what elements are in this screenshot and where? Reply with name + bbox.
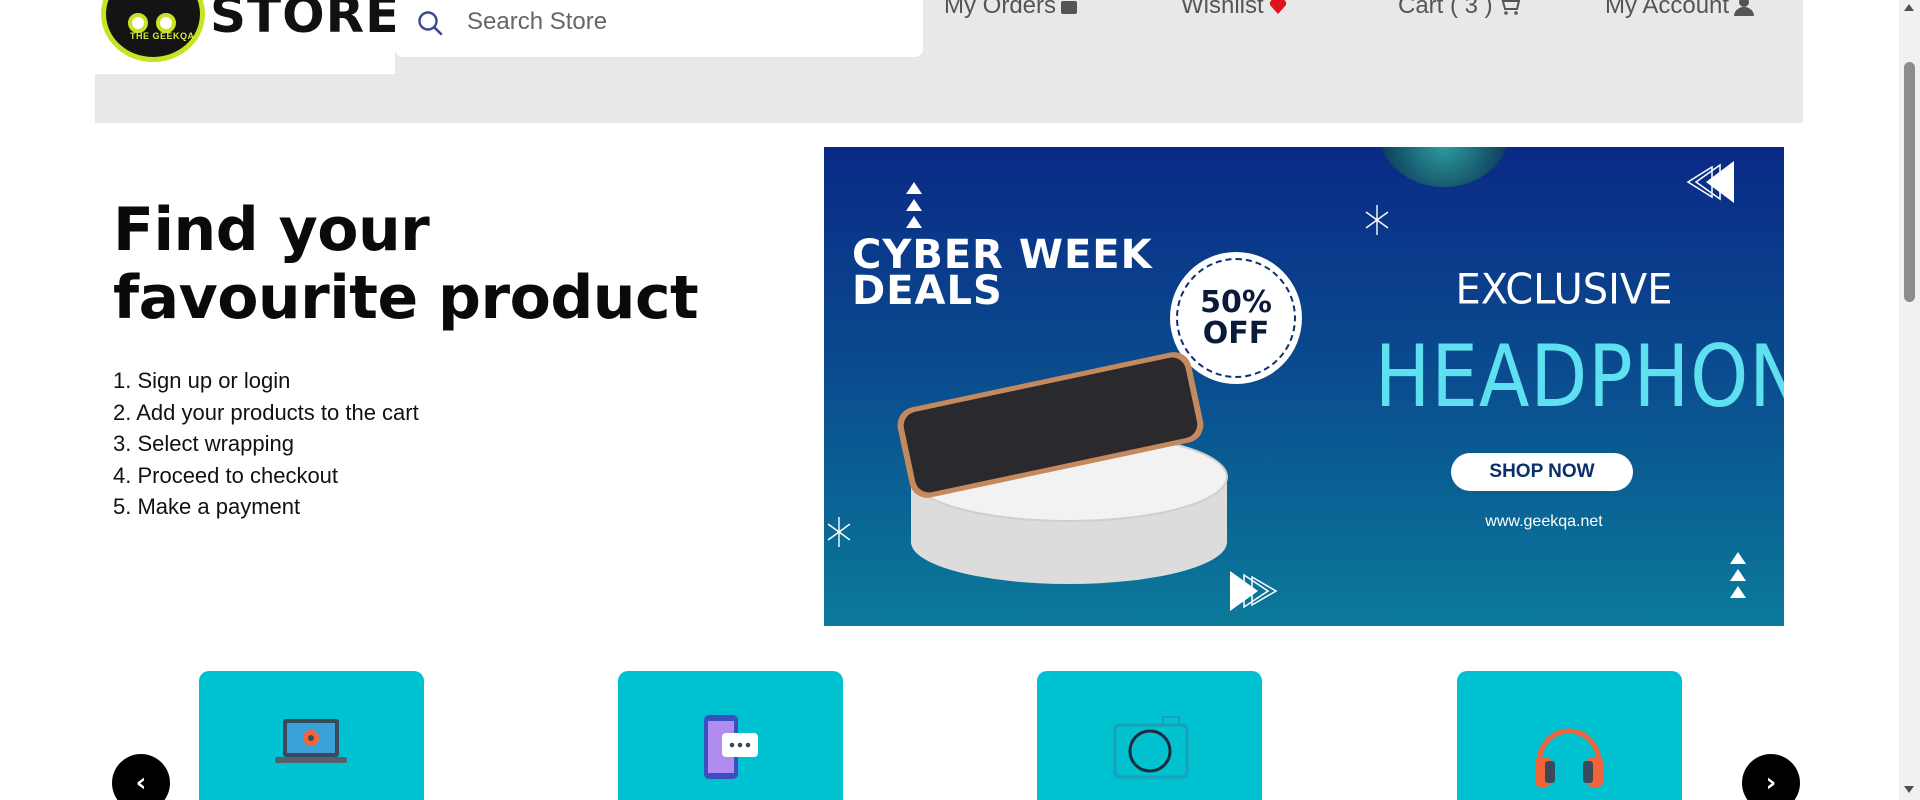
orders-bag-icon: [1061, 1, 1078, 14]
exclusive-label: EXCLUSIVE: [1455, 265, 1673, 315]
cyber-week-heading: CYBER WEEK DEALS: [852, 235, 1153, 314]
deals-line: DEALS: [852, 268, 1003, 314]
steps-list: 1. Sign up or login 2. Add your products…: [113, 365, 419, 523]
scroll-up-arrow-icon[interactable]: [1904, 4, 1914, 11]
hero-title: Find your favourite product: [113, 195, 699, 333]
page-scrollbar[interactable]: [1899, 0, 1920, 800]
nav-cart[interactable]: Cart ( 3 ): [1398, 0, 1521, 20]
product-headline: HEADPHONE: [1374, 327, 1784, 427]
triangles-decoration-icon: [906, 182, 922, 228]
scroll-down-arrow-icon[interactable]: [1904, 786, 1914, 793]
page: THE GEEKQA STORE My Orders Wishlist Cart…: [0, 0, 1920, 800]
fast-forward-decoration-icon: [1230, 571, 1278, 611]
nav-my-orders[interactable]: My Orders: [944, 0, 1078, 20]
user-icon: [1734, 0, 1755, 16]
logo-small-text: THE GEEKQA: [130, 31, 195, 41]
search-icon[interactable]: [417, 10, 443, 36]
store-logo[interactable]: THE GEEKQA STORE: [95, 0, 395, 74]
headphones-icon: [1535, 728, 1603, 787]
nav-cart-label: Cart ( 3 ): [1398, 0, 1493, 19]
nav-my-account[interactable]: My Account: [1605, 0, 1755, 20]
nav-my-account-label: My Account: [1605, 0, 1730, 19]
camera-icon: [1113, 716, 1189, 779]
category-card-cameras[interactable]: [1037, 671, 1262, 800]
nav-wishlist[interactable]: Wishlist: [1181, 0, 1288, 20]
category-card-audio[interactable]: [1457, 671, 1682, 800]
heart-icon: [1269, 0, 1286, 14]
step-item: 1. Sign up or login: [113, 368, 291, 393]
sparkle-icon: [827, 517, 851, 547]
nav-wishlist-label: Wishlist: [1181, 0, 1264, 19]
rewind-decoration-icon: [1686, 161, 1734, 203]
promo-banner[interactable]: CYBER WEEK DEALS 50% OFF EXCLUSIVE HEADP…: [824, 147, 1784, 626]
phone-on-pedestal-image: [897, 352, 1228, 584]
website-text: www.geekqa.net: [1485, 513, 1603, 530]
category-card-laptops[interactable]: [199, 671, 424, 800]
search-input[interactable]: [467, 6, 907, 38]
step-item: 2. Add your products to the cart: [113, 399, 419, 425]
carousel-next-button[interactable]: ›: [1742, 754, 1800, 800]
step-item: 4. Proceed to checkout: [113, 462, 339, 488]
logo-wordmark: STORE: [210, 0, 395, 44]
sparkle-icon: [1365, 205, 1389, 235]
triangles-decoration-icon: [1730, 552, 1746, 598]
step-item: 5. Make a payment: [113, 494, 301, 519]
scrollbar-thumb[interactable]: [1904, 62, 1915, 302]
nav-my-orders-label: My Orders: [944, 0, 1057, 19]
logo-eye-left: [128, 13, 148, 33]
smartphone-chat-icon: [704, 715, 758, 779]
logo-eye-right: [156, 13, 176, 33]
category-card-phones[interactable]: [618, 671, 843, 800]
banner-orb-decoration: [1379, 147, 1509, 187]
search-box[interactable]: [395, 0, 923, 57]
shop-now-button[interactable]: SHOP NOW: [1451, 453, 1633, 491]
logo-badge: THE GEEKQA: [101, 0, 205, 62]
laptop-icon: [275, 719, 347, 763]
cart-icon: [1501, 0, 1520, 15]
carousel-prev-button[interactable]: ‹: [112, 754, 170, 800]
step-item: 3. Select wrapping: [113, 431, 294, 456]
